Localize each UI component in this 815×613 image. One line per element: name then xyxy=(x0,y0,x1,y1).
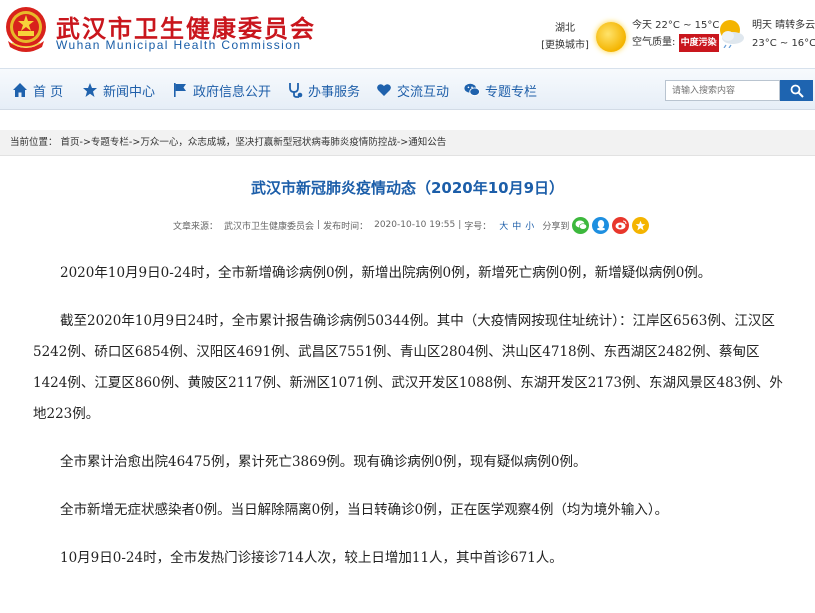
font-medium-button[interactable]: 中 xyxy=(512,219,521,232)
change-city-link[interactable]: [更换城市] xyxy=(540,37,590,54)
search-button[interactable] xyxy=(780,80,813,101)
nav-label: 首 页 xyxy=(33,84,64,100)
chat-icon xyxy=(464,83,480,97)
article-paragraph: 全市新增无症状感染者0例。当日解除隔离0例，当日转确诊0例，正在医学观察4例（均… xyxy=(60,502,669,518)
breadcrumb: 当前位置： 首页->专题专栏->万众一心，众志成城，坚决打赢新型冠状病毒肺炎疫情… xyxy=(0,130,815,156)
weibo-share-icon[interactable] xyxy=(612,216,630,234)
nav-label: 政府信息公开 xyxy=(193,84,272,100)
nav-item-services[interactable]: 办事服务 xyxy=(287,69,360,111)
search-input[interactable] xyxy=(665,80,780,101)
nav-label: 交流互动 xyxy=(397,84,450,100)
air-quality-badge: 中度污染 xyxy=(678,34,719,52)
wechat-share-icon[interactable] xyxy=(572,216,590,234)
font-large-button[interactable]: 大 xyxy=(499,219,508,232)
location-name: 湖北 xyxy=(555,23,575,34)
star-icon xyxy=(636,220,646,230)
flag-icon xyxy=(174,83,186,97)
article-body: 2020年10月9日0-24时，全市新增确诊病例0例，新增出院病例0例，新增死亡… xyxy=(33,258,793,591)
article-paragraph: 全市累计治愈出院46475例，累计死亡3869例。现有确诊病例0例，现有疑似病例… xyxy=(60,454,587,470)
publish-label: 发布时间： xyxy=(323,221,369,232)
source-label: 文章来源： xyxy=(173,221,219,232)
star-icon xyxy=(83,83,97,97)
article-meta: 文章来源： 武汉市卫生健康委员会 | 发布时间： 2020-10-10 19:5… xyxy=(173,214,650,236)
nav-item-special-topics[interactable]: 专题专栏 xyxy=(464,69,537,111)
nav-item-news[interactable]: 新闻中心 xyxy=(82,69,155,111)
publish-time: 2020-10-10 19:55 xyxy=(374,220,456,230)
site-subtitle: Wuhan Municipal Health Commission xyxy=(56,38,302,52)
article-paragraph: 2020年10月9日0-24时，全市新增确诊病例0例，新增出院病例0例，新增死亡… xyxy=(60,265,712,281)
qq-share-icon[interactable] xyxy=(592,216,610,234)
article-paragraph: 截至2020年10月9日24时，全市累计报告确诊病例50344例。其中（大疫情网… xyxy=(33,313,783,422)
nav-label: 办事服务 xyxy=(308,84,361,100)
site-header: 武汉市卫生健康委员会 Wuhan Municipal Health Commis… xyxy=(0,0,815,68)
wechat-icon xyxy=(575,220,587,230)
nav-label: 专题专栏 xyxy=(485,84,538,100)
sunny-icon xyxy=(596,22,626,52)
today-weather: 今天 22°C ~ 15°C xyxy=(632,20,720,31)
article-paragraph: 10月9日0-24时，全市发热门诊接诊714人次，较上日增加11人，其中首诊67… xyxy=(60,550,563,566)
article-title: 武汉市新冠肺炎疫情动态（2020年10月9日） xyxy=(250,179,565,197)
qzone-share-icon[interactable] xyxy=(632,216,650,234)
nav-item-interaction[interactable]: 交流互动 xyxy=(376,69,449,111)
weibo-icon xyxy=(615,220,627,230)
nav-label: 新闻中心 xyxy=(103,84,156,100)
air-quality-label: 空气质量: xyxy=(632,37,676,48)
air-quality: 空气质量: 中度污染 xyxy=(632,34,719,52)
share-label: 分享到 xyxy=(542,221,570,232)
stethoscope-icon xyxy=(289,83,303,98)
font-size-label: 字号： xyxy=(464,221,492,232)
qq-icon xyxy=(596,220,605,231)
source-value: 武汉市卫生健康委员会 xyxy=(224,221,315,232)
heart-icon xyxy=(377,84,391,96)
font-small-button[interactable]: 小 xyxy=(525,219,534,232)
tomorrow-weather: 明天 晴转多云 xyxy=(752,20,815,31)
tomorrow-temperature: 23°C ~ 16°C xyxy=(752,38,815,49)
home-icon xyxy=(13,83,27,97)
search-icon xyxy=(790,84,804,98)
cloudy-sun-icon xyxy=(720,20,744,48)
breadcrumb-label: 当前位置： xyxy=(10,137,58,148)
location-block: 湖北 [更换城市] xyxy=(540,20,590,54)
nav-item-gov-info[interactable]: 政府信息公开 xyxy=(172,69,271,111)
national-emblem-logo[interactable] xyxy=(4,5,48,53)
breadcrumb-path[interactable]: 首页->专题专栏->万众一心，众志成城，坚决打赢新型冠状病毒肺炎疫情防控战->通… xyxy=(61,137,447,148)
nav-item-home[interactable]: 首 页 xyxy=(12,69,63,111)
